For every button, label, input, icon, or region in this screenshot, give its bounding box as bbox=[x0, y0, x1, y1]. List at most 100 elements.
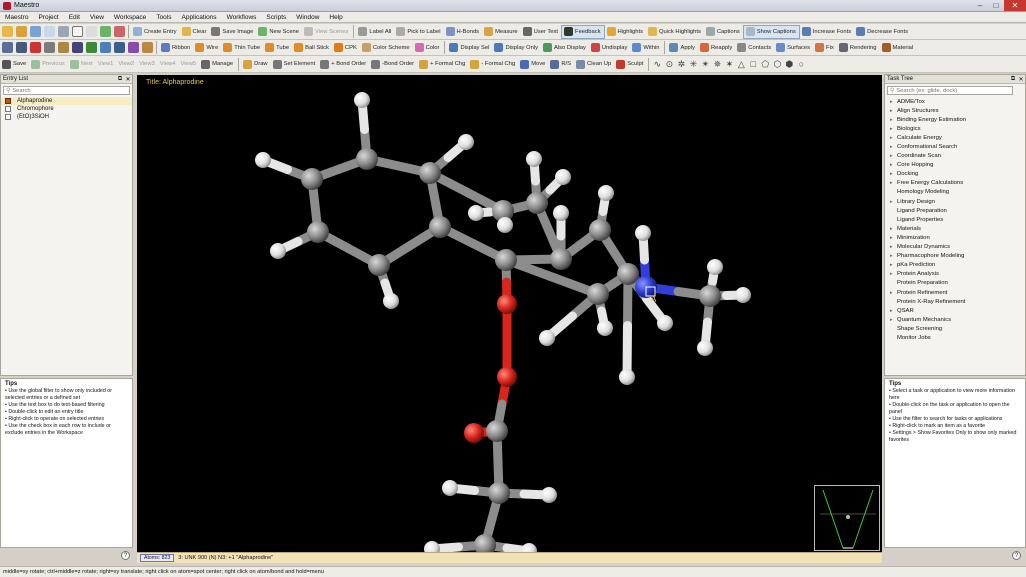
hydrogen-atom[interactable] bbox=[383, 293, 399, 309]
residue-icon[interactable] bbox=[113, 42, 125, 53]
save-view-button[interactable]: Save bbox=[0, 57, 29, 71]
increase-bond-order-button[interactable]: + Bond Order bbox=[318, 57, 369, 71]
carbon-atom[interactable] bbox=[495, 249, 517, 271]
task-tree-item[interactable]: Monitor Jobs bbox=[885, 333, 1025, 342]
task-tree-item[interactable]: Ligand Preparation bbox=[885, 206, 1025, 215]
build-icon[interactable] bbox=[57, 42, 69, 53]
hydrogen-atom[interactable] bbox=[255, 152, 271, 168]
hydrogen-atom[interactable] bbox=[597, 320, 613, 336]
minimize-button[interactable]: – bbox=[972, 0, 988, 11]
tetrahedral-fragment-icon[interactable]: ✳ bbox=[687, 59, 699, 70]
expand-arrow-icon[interactable]: ▸ bbox=[890, 262, 897, 268]
task-tree-item[interactable]: Protein X-Ray Refinement bbox=[885, 297, 1025, 306]
expand-arrow-icon[interactable]: ▸ bbox=[890, 308, 897, 314]
hydrogen-atom[interactable] bbox=[354, 92, 370, 108]
carbon-atom[interactable] bbox=[587, 283, 609, 305]
atom-count-badge[interactable]: Atoms: 823 bbox=[140, 554, 175, 562]
save-project-icon[interactable] bbox=[29, 26, 41, 37]
task-tree-help-icon[interactable]: ? bbox=[1012, 551, 1021, 560]
circle-ring-icon[interactable]: ○ bbox=[795, 59, 807, 69]
add-hydrogens-icon[interactable] bbox=[43, 42, 55, 53]
expand-arrow-icon[interactable]: ▸ bbox=[890, 290, 897, 296]
carbon-atom[interactable] bbox=[356, 148, 378, 170]
hydrogen-atom[interactable] bbox=[598, 185, 614, 201]
task-tree-item[interactable]: ▸ Library Design bbox=[885, 197, 1025, 206]
task-tree-item[interactable]: Shape Screening bbox=[885, 324, 1025, 333]
create-entry-button[interactable]: Create Entry bbox=[131, 25, 180, 39]
hydrogen-atom[interactable] bbox=[424, 541, 440, 552]
hydrogen-atom[interactable] bbox=[657, 315, 673, 331]
expand-arrow-icon[interactable]: ▸ bbox=[890, 144, 897, 150]
triangle-ring-icon[interactable]: △ bbox=[735, 59, 747, 70]
also-display-button[interactable]: Also Display bbox=[541, 41, 589, 55]
hydrogen-atom[interactable] bbox=[539, 330, 555, 346]
carbon-atom[interactable] bbox=[617, 263, 639, 285]
methyl-fragment-icon[interactable]: ✴ bbox=[699, 59, 711, 70]
material-button[interactable]: Material bbox=[880, 41, 917, 55]
hydrogen-atom[interactable] bbox=[458, 134, 474, 150]
expand-arrow-icon[interactable]: ▸ bbox=[890, 253, 897, 259]
label-all-button[interactable]: Label All bbox=[356, 25, 394, 39]
undo-icon[interactable] bbox=[15, 42, 27, 53]
expand-arrow-icon[interactable]: ▸ bbox=[890, 180, 897, 186]
task-tree-item[interactable]: ▸ pKa Prediction bbox=[885, 261, 1025, 270]
reapply-button[interactable]: Reapply bbox=[698, 41, 735, 55]
hydrogen-atom[interactable] bbox=[468, 205, 484, 221]
pentagon-ring-icon[interactable]: ⬠ bbox=[759, 59, 771, 70]
task-tree-item[interactable]: ▸ Quantum Mechanics bbox=[885, 315, 1025, 324]
draw-button[interactable]: Draw bbox=[241, 57, 271, 71]
include-checkbox[interactable] bbox=[5, 106, 11, 112]
task-tree-item[interactable]: ▸ Conformational Search bbox=[885, 142, 1025, 151]
ball-stick-button[interactable]: Ball Stick bbox=[292, 41, 332, 55]
task-tree-item[interactable]: ▸ Coordinate Scan bbox=[885, 152, 1025, 161]
hydrogen-atom[interactable] bbox=[555, 169, 571, 185]
set-element-button[interactable]: Set Element bbox=[271, 57, 319, 71]
folder-icon[interactable] bbox=[15, 26, 27, 37]
increase-fonts-button[interactable]: Increase Fonts bbox=[800, 25, 854, 39]
wire-button[interactable]: Wire bbox=[193, 41, 221, 55]
close-panel-icon[interactable]: ✕ bbox=[124, 76, 132, 83]
task-tree-item[interactable]: Ligand Properties bbox=[885, 215, 1025, 224]
task-search-box[interactable]: ⚲ bbox=[887, 86, 1013, 95]
surfaces-button[interactable]: Surfaces bbox=[774, 41, 813, 55]
sculpt-button[interactable]: Sculpt bbox=[614, 57, 646, 71]
thin-tube-button[interactable]: Thin Tube bbox=[221, 41, 263, 55]
feedback-button[interactable]: Feedback bbox=[561, 24, 605, 39]
workspace-viewport[interactable]: Title: Alphaprodine A bbox=[137, 75, 882, 552]
display-sel-button[interactable]: Display Sel bbox=[447, 41, 492, 55]
mutate-icon[interactable] bbox=[71, 42, 83, 53]
entry-row-alphaprodine[interactable]: Alphaprodine bbox=[1, 97, 132, 105]
task-tree-item[interactable]: ▸ ADME/Tox bbox=[885, 97, 1025, 106]
clean-up-button[interactable]: Clean Up bbox=[574, 57, 614, 71]
include-checkbox[interactable] bbox=[5, 98, 11, 104]
hydrogen-atom[interactable] bbox=[497, 217, 513, 233]
expand-arrow-icon[interactable]: ▸ bbox=[890, 108, 897, 114]
grid-atoms-icon[interactable] bbox=[85, 42, 97, 53]
branch-fragment-icon[interactable]: ⊙ bbox=[663, 59, 675, 70]
show-captions-button[interactable]: Show Captions bbox=[742, 24, 800, 39]
new-scene-button[interactable]: New Scene bbox=[256, 25, 302, 39]
expand-arrow-icon[interactable]: ▸ bbox=[890, 153, 897, 159]
menu-project[interactable]: Project bbox=[33, 14, 63, 21]
carbon-atom[interactable] bbox=[486, 420, 508, 442]
hydrogen-atom[interactable] bbox=[553, 205, 569, 221]
quick-highlights-button[interactable]: Quick Highlights bbox=[646, 25, 704, 39]
bond-fragment-icon[interactable]: ∿ bbox=[651, 59, 663, 70]
within-button[interactable]: Within bbox=[630, 41, 662, 55]
view2-button[interactable]: View2 bbox=[116, 57, 137, 71]
task-tree-item[interactable]: ▸ Pharmacophore Modeling bbox=[885, 252, 1025, 261]
task-tree-item[interactable]: ▸ Docking bbox=[885, 170, 1025, 179]
tube-button[interactable]: Tube bbox=[263, 41, 292, 55]
task-tree-item[interactable]: ▸ Core Hopping bbox=[885, 161, 1025, 170]
expand-arrow-icon[interactable]: ▸ bbox=[890, 117, 897, 123]
ribbon-button[interactable]: Ribbon bbox=[159, 41, 193, 55]
square-ring-icon[interactable]: □ bbox=[747, 59, 759, 69]
menu-applications[interactable]: Applications bbox=[177, 14, 222, 21]
captions-button[interactable]: Captions bbox=[704, 25, 743, 39]
measure-button[interactable]: Measure bbox=[482, 25, 521, 39]
rs-button[interactable]: R/S bbox=[548, 57, 574, 71]
binding-site-icon[interactable] bbox=[141, 42, 153, 53]
entry-search-box[interactable]: ⚲ bbox=[3, 86, 130, 95]
pick-to-label-button[interactable]: Pick to Label bbox=[394, 25, 443, 39]
task-search-input[interactable] bbox=[896, 87, 1012, 94]
